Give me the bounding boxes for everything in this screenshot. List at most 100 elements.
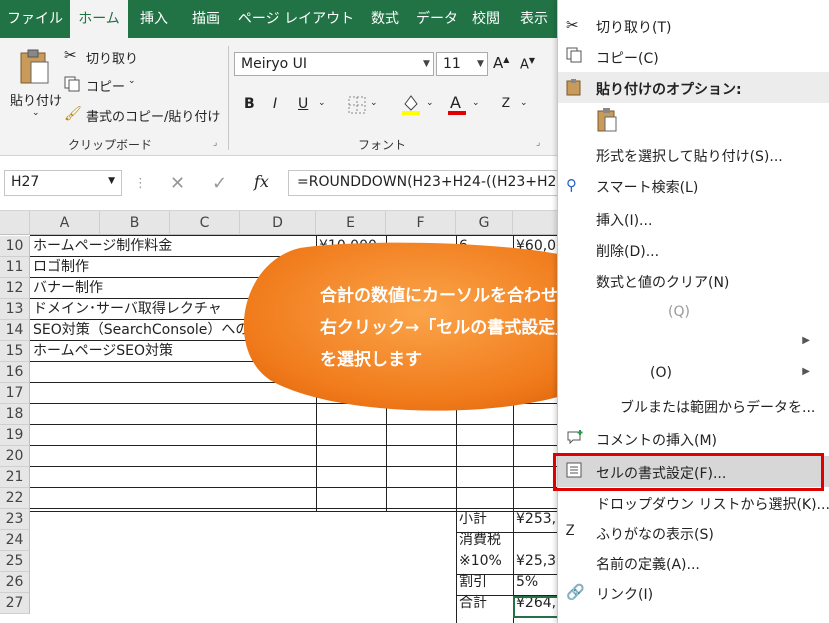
row-header[interactable]: 13	[0, 299, 30, 320]
underline-dropdown-icon[interactable]: ⌄	[318, 98, 326, 108]
phonetic-dropdown-icon[interactable]: ⌄	[520, 98, 528, 108]
cell-e[interactable]	[316, 572, 319, 593]
paste-dropdown-icon[interactable]: ⌄	[32, 108, 40, 118]
font-launcher-icon[interactable]: ⌟	[536, 138, 540, 148]
menu-item-cut[interactable]: ✂ 切り取り(T)	[558, 10, 829, 41]
resize-handle-icon[interactable]: ⋮	[134, 176, 147, 191]
tab-home[interactable]: ホーム	[70, 0, 128, 38]
row-header[interactable]: 19	[0, 425, 30, 446]
cell-e[interactable]	[316, 509, 319, 530]
cell-a[interactable]	[30, 551, 33, 572]
row-header[interactable]: 20	[0, 446, 30, 467]
tab-file[interactable]: ファイル	[0, 0, 70, 38]
row-header[interactable]: 24	[0, 530, 30, 551]
cell-a[interactable]	[30, 467, 33, 488]
row-header[interactable]: 18	[0, 404, 30, 425]
copy-icon[interactable]	[64, 76, 80, 95]
cell-a[interactable]	[30, 572, 33, 593]
row-header[interactable]: 21	[0, 467, 30, 488]
column-header-g[interactable]: G	[456, 211, 513, 235]
menu-item-dropdown-list[interactable]: ドロップダウン リストから選択(K)...	[558, 487, 829, 518]
menu-item-link[interactable]: 🔗 リンク(I)	[558, 577, 829, 608]
row-header[interactable]: 10	[0, 236, 30, 257]
cell-e[interactable]	[316, 551, 319, 572]
paste-icon[interactable]	[18, 48, 50, 89]
row-header[interactable]: 17	[0, 383, 30, 404]
cell-g[interactable]: 消費税	[456, 530, 501, 551]
fill-color-icon[interactable]	[400, 92, 422, 119]
format-painter-button[interactable]: 書式のコピー/貼り付け	[86, 106, 220, 125]
row-header[interactable]: 26	[0, 572, 30, 593]
confirm-formula-icon[interactable]: ✓	[212, 173, 227, 194]
menu-item-furigana[interactable]: Ꮓ ふりがなの表示(S)	[558, 517, 829, 548]
menu-item-copy[interactable]: コピー(C)	[558, 41, 829, 72]
menu-item-sort[interactable]: (O) ▶	[558, 358, 829, 389]
underline-icon[interactable]: U	[298, 96, 308, 112]
cut-button[interactable]: 切り取り	[86, 48, 138, 67]
fill-color-dropdown-icon[interactable]: ⌄	[426, 98, 434, 108]
borders-icon[interactable]	[348, 96, 366, 117]
name-box[interactable]: H27 ▼	[4, 170, 122, 196]
cell-e[interactable]: ¥	[316, 257, 328, 278]
row-header[interactable]: 16	[0, 362, 30, 383]
cell-h[interactable]: 5%	[513, 572, 538, 593]
menu-item-clear-contents[interactable]: 数式と値のクリア(N)	[558, 265, 829, 296]
column-header-c[interactable]: C	[170, 211, 240, 235]
decrease-font-icon[interactable]: A▼	[520, 56, 535, 72]
cancel-formula-icon[interactable]: ✕	[170, 173, 185, 194]
tab-data[interactable]: データ	[410, 0, 464, 38]
font-name-dropdown[interactable]: Meiryo UI ▼	[234, 52, 434, 76]
italic-icon[interactable]: I	[273, 96, 277, 112]
cell-g[interactable]: 6	[456, 236, 468, 257]
row-header[interactable]: 12	[0, 278, 30, 299]
cell-a[interactable]: バナー制作	[30, 278, 103, 299]
column-header-f[interactable]: F	[386, 211, 456, 235]
menu-item-delete[interactable]: 削除(D)...	[558, 234, 829, 265]
cell-g[interactable]: 合計	[456, 593, 487, 614]
menu-item-smart-lookup[interactable]: ⚲ スマート検索(L)	[558, 170, 829, 201]
scissors-icon[interactable]: ✂	[64, 46, 77, 64]
cell-a[interactable]: ロゴ制作	[30, 257, 89, 278]
row-header[interactable]: 15	[0, 341, 30, 362]
cell-a[interactable]	[30, 530, 33, 551]
row-header[interactable]: 14	[0, 320, 30, 341]
cell-a[interactable]	[30, 383, 33, 404]
cell-a[interactable]	[30, 488, 33, 509]
cell-g[interactable]: ※10%	[456, 551, 502, 572]
tab-page-layout[interactable]: ページ レイアウト	[234, 0, 358, 38]
row-header[interactable]: 23	[0, 509, 30, 530]
cell-a[interactable]: SEO対策（SearchConsole）への	[30, 320, 249, 341]
cell-g[interactable]: 割引	[456, 572, 487, 593]
font-size-dropdown[interactable]: 11 ▼	[436, 52, 488, 76]
cell-a[interactable]: ドメイン･サーバ取得レクチャ	[30, 299, 222, 320]
cell-g[interactable]: 小計	[456, 509, 487, 530]
menu-item-insert-comment[interactable]: コメントの挿入(M)	[558, 423, 829, 454]
increase-font-icon[interactable]: A▲	[493, 54, 509, 72]
column-header-b[interactable]: B	[100, 211, 170, 235]
select-all-corner[interactable]	[0, 211, 30, 235]
column-header-a[interactable]: A	[30, 211, 100, 235]
copy-button[interactable]: コピー	[86, 76, 125, 95]
column-header-h[interactable]	[513, 211, 563, 235]
cell-a[interactable]	[30, 446, 33, 467]
tab-formulas[interactable]: 数式	[360, 0, 410, 38]
cell-e[interactable]	[316, 530, 319, 551]
cell-h[interactable]: ¥253,	[513, 509, 556, 530]
clipboard-launcher-icon[interactable]: ⌟	[213, 138, 217, 148]
cell-a[interactable]	[30, 593, 33, 614]
format-painter-icon[interactable]: 🖌	[64, 106, 82, 122]
cell-a[interactable]	[30, 404, 33, 425]
menu-item-insert[interactable]: 挿入(I)...	[558, 203, 829, 234]
formula-input[interactable]: =ROUNDDOWN(H23+H24-((H23+H24	[288, 170, 558, 196]
fx-icon[interactable]: fx	[254, 172, 269, 191]
cell-a[interactable]: ホームページ制作料金	[30, 236, 172, 257]
copy-dropdown-icon[interactable]: ⌄	[128, 76, 136, 86]
cell-e[interactable]	[316, 593, 319, 614]
phonetic-icon[interactable]: Ꮓ	[502, 96, 510, 111]
row-header[interactable]: 22	[0, 488, 30, 509]
column-header-e[interactable]: E	[316, 211, 386, 235]
row-header[interactable]: 25	[0, 551, 30, 572]
cell-a[interactable]	[30, 362, 33, 383]
menu-item-table-data[interactable]: ブルまたは範囲からデータを...	[558, 390, 829, 421]
column-header-d[interactable]: D	[240, 211, 316, 235]
